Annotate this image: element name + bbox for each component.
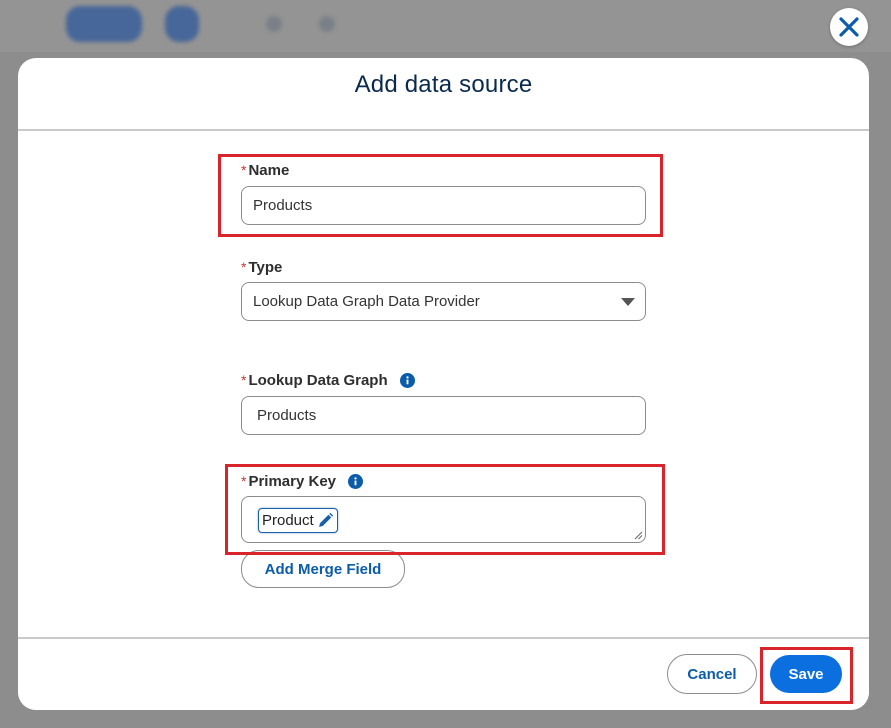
type-label: Type [248, 258, 283, 276]
type-select[interactable]: Lookup Data Graph Data Provider [241, 282, 646, 321]
close-dialog-button[interactable] [830, 8, 868, 46]
blurred-button [165, 6, 199, 42]
cancel-button[interactable]: Cancel [667, 654, 757, 694]
type-field-group: * Type Lookup Data Graph Data Provider [241, 257, 646, 321]
add-data-source-dialog: Add data source * Name Products * Type L… [18, 58, 869, 710]
lookup-data-graph-input[interactable]: Products [241, 396, 646, 435]
lookup-data-graph-label: Lookup Data Graph [248, 371, 388, 389]
required-marker: * [241, 259, 247, 275]
lookup-data-graph-value: Products [257, 407, 317, 424]
blurred-icon [266, 16, 282, 32]
required-marker: * [241, 372, 247, 388]
dialog-title: Add data source [354, 70, 533, 98]
blurred-button [66, 6, 142, 42]
blurred-icon [319, 16, 335, 32]
info-icon[interactable] [399, 372, 415, 388]
type-select-value: Lookup Data Graph Data Provider [253, 293, 480, 310]
dropdown-arrow-icon [621, 298, 635, 306]
dialog-header: Add data source [18, 58, 869, 131]
highlight-primary-key-field [225, 464, 665, 555]
highlight-save-button [760, 647, 853, 704]
highlight-name-field [218, 154, 663, 237]
add-merge-field-button[interactable]: Add Merge Field [241, 550, 405, 588]
lookup-data-graph-field-group: * Lookup Data Graph Products [241, 370, 646, 435]
close-icon [839, 17, 859, 37]
